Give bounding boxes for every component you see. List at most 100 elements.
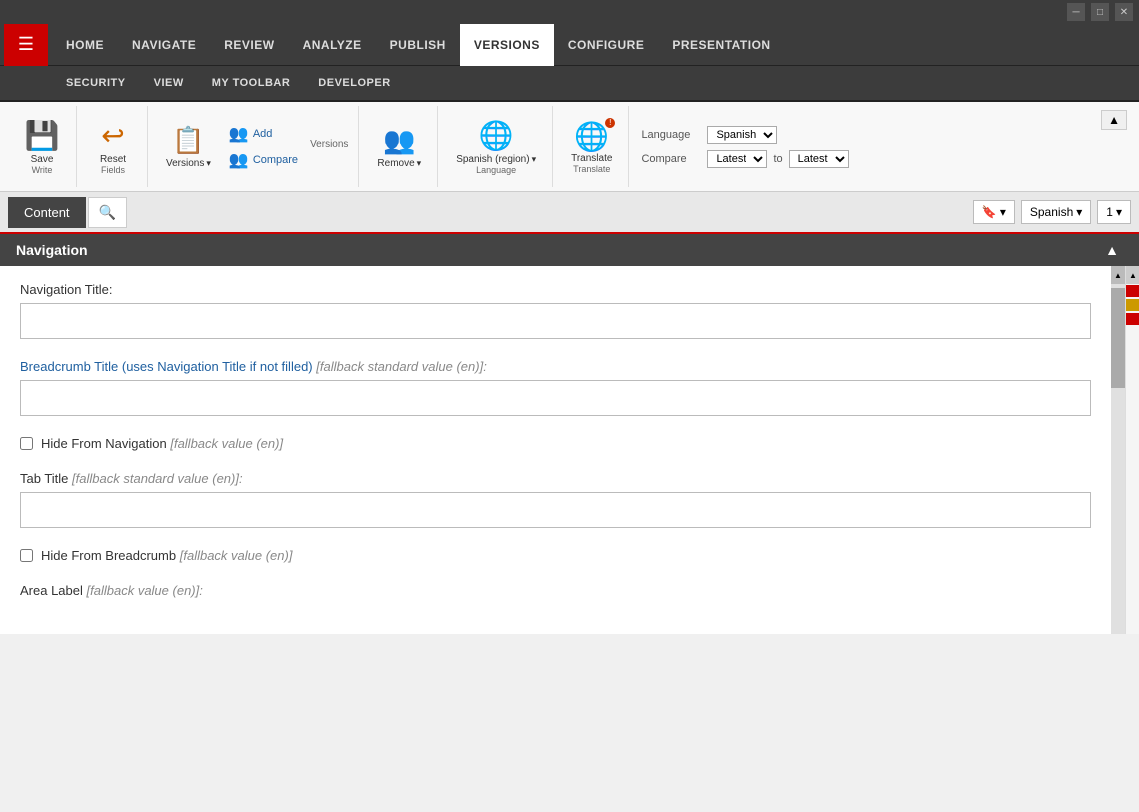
versions-group-label-wrapper: Versions [310, 139, 348, 154]
search-icon: 🔍 [99, 204, 116, 220]
hide-breadcrumb-row: Hide From Breadcrumb [fallback value (en… [20, 548, 1091, 563]
nav-home[interactable]: HOME [52, 24, 118, 66]
nav-view[interactable]: VIEW [140, 65, 198, 101]
bookmark-button[interactable]: 🔖 ▾ [973, 200, 1015, 224]
add-label: Add [253, 128, 273, 140]
nav-presentation[interactable]: PRESENTATION [658, 24, 784, 66]
title-bar: ─ □ ✕ [0, 0, 1139, 24]
translate-button[interactable]: 🌐 ! Translate Translate [565, 116, 618, 178]
nav-title-section: Navigation Title: Breadcrumb Title (uses… [0, 266, 1111, 634]
language-label: Language [641, 129, 701, 141]
compare-to-select[interactable]: Latest [789, 150, 849, 168]
nav-analyze[interactable]: ANALYZE [289, 24, 376, 66]
translate-options-group: Language Spanish Compare Latest to Lates… [631, 106, 858, 187]
menu-icon: ☰ [18, 34, 34, 55]
remove-dropdown-arrow: ▾ [417, 158, 422, 169]
remove-button[interactable]: 👥 Remove ▾ [371, 121, 427, 173]
close-button[interactable]: ✕ [1115, 3, 1133, 21]
language-select[interactable]: Spanish [707, 126, 777, 144]
add-icon: 👥 [229, 124, 249, 144]
reset-icon: ↩ [101, 119, 124, 152]
toolbar-language-group: 🌐 Spanish (region) ▾ Language [440, 106, 553, 187]
compare-from-select[interactable]: Latest [707, 150, 767, 168]
hide-nav-row: Hide From Navigation [fallback value (en… [20, 436, 1091, 451]
compare-button[interactable]: 👥 Compare [225, 149, 302, 171]
translate-globe-icon: 🌐 [574, 121, 609, 152]
nav-mytoolbar[interactable]: MY TOOLBAR [198, 65, 305, 101]
content-panel: Navigation Title: Breadcrumb Title (uses… [0, 266, 1125, 634]
nav-developer[interactable]: DEVELOPER [304, 65, 404, 101]
page-label: 1 [1106, 205, 1113, 219]
save-button[interactable]: 💾 Save Write [18, 115, 66, 179]
nav-configure[interactable]: CONFIGURE [554, 24, 659, 66]
toolbar: 💾 Save Write ↩ Reset Fields 📋 Versions ▾… [0, 102, 1139, 192]
spanish-region-label: Spanish (region) [456, 154, 529, 165]
toolbar-collapse-button[interactable]: ▲ [1101, 110, 1127, 130]
form-content: Navigation Title: Breadcrumb Title (uses… [0, 266, 1111, 634]
indicator-gold [1126, 299, 1139, 311]
breadcrumb-title-field: Breadcrumb Title (uses Navigation Title … [20, 359, 1091, 416]
hide-breadcrumb-label: Hide From Breadcrumb [fallback value (en… [41, 548, 292, 563]
hide-breadcrumb-checkbox[interactable] [20, 549, 33, 562]
scrollbar-track[interactable]: ▲ [1111, 266, 1125, 634]
nav-review[interactable]: REVIEW [210, 24, 288, 66]
content-with-scrollbar: Navigation Title: Breadcrumb Title (uses… [0, 266, 1125, 634]
tab-title-label: Tab Title [fallback standard value (en)]… [20, 471, 1091, 486]
breadcrumb-fallback: [fallback standard value (en)]: [316, 359, 487, 374]
versions-icon: 📋 [172, 125, 204, 156]
toolbar-collapse-wrapper: ▲ [1097, 106, 1131, 187]
maximize-button[interactable]: □ [1091, 3, 1109, 21]
hamburger-button[interactable]: ☰ [4, 24, 48, 66]
versions-label: Versions [166, 158, 204, 169]
language-header-label: Spanish [1030, 205, 1073, 219]
add-button[interactable]: 👥 Add [225, 123, 277, 145]
hide-nav-checkbox[interactable] [20, 437, 33, 450]
navigation-section-header: Navigation ▲ [0, 234, 1139, 266]
nav-navigate[interactable]: NAVIGATE [118, 24, 210, 66]
scroll-up-button[interactable]: ▲ [1111, 266, 1125, 284]
nav-title-label: Navigation Title: [20, 282, 1091, 297]
tab-title-field: Tab Title [fallback standard value (en)]… [20, 471, 1091, 528]
tab-title-input[interactable] [20, 492, 1091, 528]
toolbar-versions-group: 📋 Versions ▾ 👥 Add 👥 Compare Versions [150, 106, 359, 187]
language-header-button[interactable]: Spanish ▾ [1021, 200, 1091, 224]
nav-section-collapse-button[interactable]: ▲ [1101, 242, 1123, 258]
spanish-region-button[interactable]: 🌐 Spanish (region) ▾ Language [450, 115, 542, 179]
area-label-label: Area Label [fallback value (en)]: [20, 583, 1091, 598]
compare-label2: Compare [641, 153, 701, 165]
versions-button[interactable]: 📋 Versions ▾ [160, 121, 217, 173]
hide-nav-label: Hide From Navigation [fallback value (en… [41, 436, 283, 451]
main-content-area: Navigation Title: Breadcrumb Title (uses… [0, 266, 1139, 634]
compare-row: Compare Latest to Latest [641, 150, 848, 168]
breadcrumb-input[interactable] [20, 380, 1091, 416]
second-nav: SECURITY VIEW MY TOOLBAR DEVELOPER [0, 66, 1139, 102]
nav-title-input[interactable] [20, 303, 1091, 339]
scrollbar-thumb[interactable] [1111, 288, 1125, 388]
versions-main: Content 🔍 🔖 ▾ Spanish ▾ 1 ▾ Navigation ▲ [0, 192, 1139, 634]
search-button[interactable]: 🔍 [88, 197, 127, 228]
area-label-field: Area Label [fallback value (en)]: [20, 583, 1091, 598]
breadcrumb-link-text: Breadcrumb Title (uses Navigation Title … [20, 359, 313, 374]
reset-button[interactable]: ↩ Reset Fields [89, 115, 137, 179]
reset-label: Reset [100, 154, 126, 165]
toolbar-reset-group: ↩ Reset Fields [79, 106, 148, 187]
nav-versions[interactable]: VERSIONS [460, 24, 554, 66]
breadcrumb-label: Breadcrumb Title (uses Navigation Title … [20, 359, 1091, 374]
language-row: Language Spanish [641, 126, 777, 144]
reset-sublabel: Fields [101, 165, 125, 175]
page-button[interactable]: 1 ▾ [1097, 200, 1131, 224]
remove-label: Remove [377, 158, 414, 169]
nav-security[interactable]: SECURITY [52, 65, 140, 101]
save-label: Save [31, 154, 54, 165]
region-dropdown-arrow: ▾ [532, 154, 537, 165]
content-tab[interactable]: Content [8, 197, 86, 228]
translate-icon-wrapper: 🌐 ! [574, 120, 609, 153]
toolbar-save-group: 💾 Save Write [8, 106, 77, 187]
remove-icon: 👥 [383, 125, 415, 156]
nav-publish[interactable]: PUBLISH [376, 24, 460, 66]
minimize-button[interactable]: ─ [1067, 3, 1085, 21]
versions-dropdown-arrow: ▾ [206, 158, 211, 169]
translate-badge: ! [605, 118, 615, 128]
toolbar-remove-group: 👥 Remove ▾ [361, 106, 438, 187]
indicators-scroll-up[interactable]: ▲ [1126, 266, 1139, 284]
